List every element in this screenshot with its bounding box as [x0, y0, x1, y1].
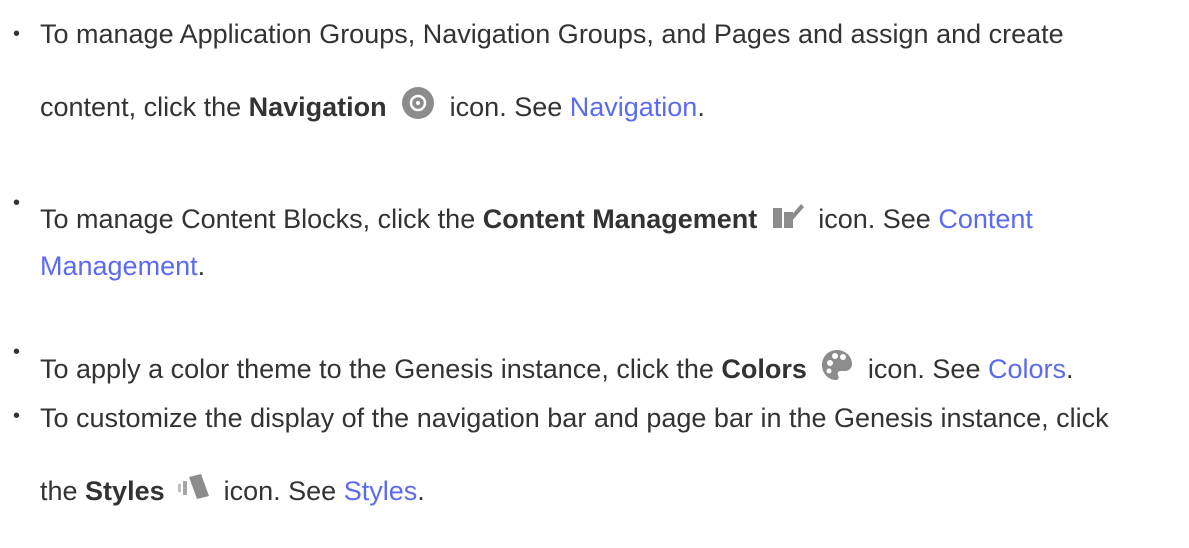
- item-text: the: [40, 476, 86, 506]
- item-text: To manage Content Blocks, click the: [40, 204, 483, 234]
- item-text: icon. See: [810, 204, 939, 234]
- content-management-icon: [771, 200, 805, 230]
- styles-icon: [176, 472, 212, 502]
- bullet: •: [13, 405, 21, 427]
- item-text: .: [1066, 354, 1074, 384]
- styles-link[interactable]: Styles: [344, 476, 418, 506]
- item-line: content, click the Navigation icon. See …: [40, 86, 705, 127]
- item-text: icon. See: [860, 354, 988, 384]
- item-text: To manage Application Groups, Navigation…: [40, 19, 1064, 49]
- item-line: To customize the display of the navigati…: [40, 401, 1109, 435]
- item-line: To manage Content Blocks, click the Cont…: [40, 202, 1033, 236]
- bullet: •: [13, 23, 21, 45]
- item-text: icon. See: [216, 476, 344, 506]
- navigation-link[interactable]: Navigation: [570, 92, 698, 122]
- content-management-link-continued[interactable]: Management: [40, 251, 198, 281]
- item-line: Management.: [40, 249, 205, 283]
- navigation-label: Navigation: [248, 92, 387, 122]
- bullet: •: [13, 341, 21, 363]
- item-line: To apply a color theme to the Genesis in…: [40, 349, 1074, 388]
- item-line: the Styles icon. See Styles.: [40, 472, 425, 508]
- item-text: .: [697, 92, 705, 122]
- item-text: icon. See: [442, 92, 570, 122]
- bullet: •: [13, 192, 21, 214]
- item-text: To customize the display of the navigati…: [40, 403, 1109, 433]
- styles-label: Styles: [85, 476, 165, 506]
- item-text: .: [417, 476, 425, 506]
- content-management-link[interactable]: Content: [938, 204, 1033, 234]
- colors-link[interactable]: Colors: [988, 354, 1066, 384]
- compass-icon: [400, 85, 436, 121]
- item-text: content, click the: [40, 92, 249, 122]
- colors-label: Colors: [721, 354, 807, 384]
- palette-icon: [820, 348, 854, 382]
- item-text: .: [197, 251, 206, 281]
- content-management-label: Content Management: [482, 204, 758, 234]
- item-text: To apply a color theme to the Genesis in…: [40, 354, 722, 384]
- item-line: To manage Application Groups, Navigation…: [40, 17, 1064, 51]
